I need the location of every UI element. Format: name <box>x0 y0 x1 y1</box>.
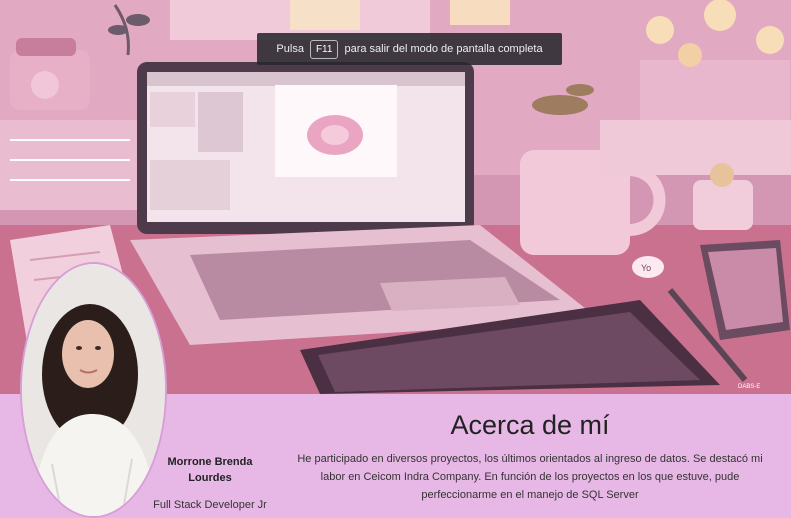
artist-signature: DABS-E <box>738 384 760 390</box>
profile-name-last: Lourdes <box>188 472 232 484</box>
profile-name: Morrone Brenda Lourdes <box>150 454 270 486</box>
profile-role: Full Stack Developer Jr <box>153 499 267 511</box>
fullscreen-toast: Pulsa F11 para salir del modo de pantall… <box>257 33 562 65</box>
profile-portrait-image <box>22 264 165 516</box>
profile-name-first: Morrone Brenda <box>167 456 253 468</box>
speech-bubble-text: Yo <box>641 263 651 273</box>
toast-prefix: Pulsa <box>276 43 304 55</box>
about-title: Acerca de mí <box>450 410 610 440</box>
f11-key: F11 <box>309 39 339 59</box>
toast-suffix: para salir del modo de pantalla completa <box>344 43 543 55</box>
profile-photo <box>20 262 167 518</box>
about-description: He participado en diversos proyectos, lo… <box>297 453 763 501</box>
